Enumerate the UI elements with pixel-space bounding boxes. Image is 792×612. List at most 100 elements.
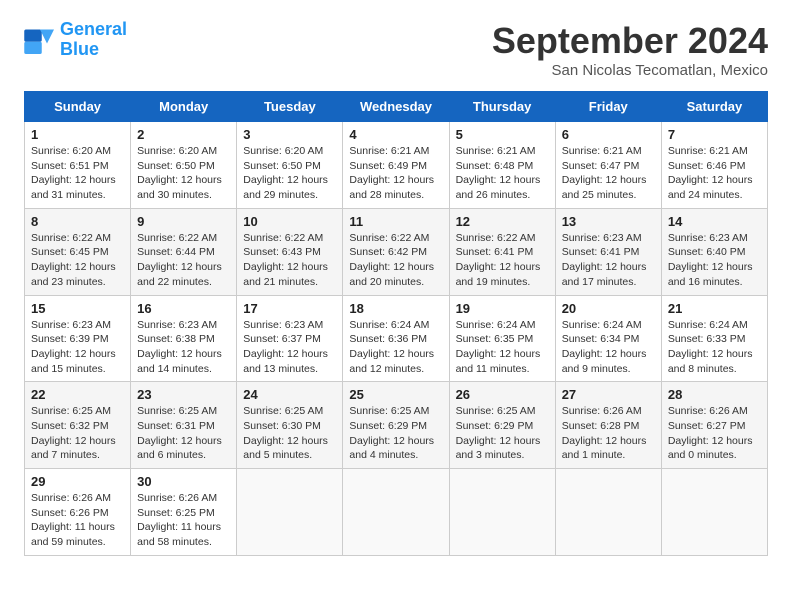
day-number: 27: [562, 387, 655, 402]
cell-info: Sunrise: 6:25 AMSunset: 6:29 PMDaylight:…: [349, 405, 434, 461]
cell-info: Sunrise: 6:23 AMSunset: 6:40 PMDaylight:…: [668, 232, 753, 288]
day-number: 9: [137, 214, 230, 229]
day-number: 20: [562, 301, 655, 316]
calendar-cell: 23 Sunrise: 6:25 AMSunset: 6:31 PMDayligh…: [131, 382, 237, 469]
weekday-header-wednesday: Wednesday: [343, 92, 449, 122]
calendar-cell: 16 Sunrise: 6:23 AMSunset: 6:38 PMDayligh…: [131, 295, 237, 382]
cell-info: Sunrise: 6:24 AMSunset: 6:34 PMDaylight:…: [562, 319, 647, 375]
cell-info: Sunrise: 6:24 AMSunset: 6:36 PMDaylight:…: [349, 319, 434, 375]
weekday-header-sunday: Sunday: [25, 92, 131, 122]
location-subtitle: San Nicolas Tecomatlan, Mexico: [492, 62, 768, 79]
calendar-cell: 5 Sunrise: 6:21 AMSunset: 6:48 PMDaylight…: [449, 122, 555, 209]
day-number: 6: [562, 127, 655, 142]
day-number: 1: [31, 127, 124, 142]
calendar-cell: 27 Sunrise: 6:26 AMSunset: 6:28 PMDayligh…: [555, 382, 661, 469]
calendar-cell: 6 Sunrise: 6:21 AMSunset: 6:47 PMDaylight…: [555, 122, 661, 209]
day-number: 21: [668, 301, 761, 316]
logo-line1: General: [60, 19, 127, 39]
calendar-cell: [237, 469, 343, 556]
cell-info: Sunrise: 6:26 AMSunset: 6:25 PMDaylight:…: [137, 492, 221, 548]
calendar-cell: 12Sunrise: 6:22 AMSunset: 6:41 PMDayligh…: [449, 208, 555, 295]
logo-icon: [24, 26, 56, 54]
cell-info: Sunrise: 6:26 AMSunset: 6:28 PMDaylight:…: [562, 405, 647, 461]
logo-text: General Blue: [60, 20, 127, 60]
cell-info: Sunrise: 6:23 AMSunset: 6:38 PMDaylight:…: [137, 319, 222, 375]
day-number: 7: [668, 127, 761, 142]
calendar-cell: 7Sunrise: 6:21 AMSunset: 6:46 PMDaylight…: [661, 122, 767, 209]
day-number: 26: [456, 387, 549, 402]
calendar-cell: 28Sunrise: 6:26 AMSunset: 6:27 PMDayligh…: [661, 382, 767, 469]
day-number: 23: [137, 387, 230, 402]
logo: General Blue: [24, 20, 127, 60]
cell-info: Sunrise: 6:23 AMSunset: 6:41 PMDaylight:…: [562, 232, 647, 288]
calendar-cell: 29Sunrise: 6:26 AMSunset: 6:26 PMDayligh…: [25, 469, 131, 556]
calendar-cell: 9 Sunrise: 6:22 AMSunset: 6:44 PMDaylight…: [131, 208, 237, 295]
calendar-cell: 19 Sunrise: 6:24 AMSunset: 6:35 PMDayligh…: [449, 295, 555, 382]
cell-info: Sunrise: 6:25 AMSunset: 6:30 PMDaylight:…: [243, 405, 328, 461]
weekday-header-friday: Friday: [555, 92, 661, 122]
calendar-cell: 18 Sunrise: 6:24 AMSunset: 6:36 PMDayligh…: [343, 295, 449, 382]
calendar-cell: 15 Sunrise: 6:23 AMSunset: 6:39 PMDayligh…: [25, 295, 131, 382]
calendar-cell: 20 Sunrise: 6:24 AMSunset: 6:34 PMDayligh…: [555, 295, 661, 382]
cell-info: Sunrise: 6:24 AMSunset: 6:35 PMDaylight:…: [456, 319, 541, 375]
cell-info: Sunrise: 6:20 AMSunset: 6:51 PMDaylight:…: [31, 145, 116, 201]
day-number: 3: [243, 127, 336, 142]
calendar-cell: 1 Sunrise: 6:20 AMSunset: 6:51 PMDaylight…: [25, 122, 131, 209]
day-number: 4: [349, 127, 442, 142]
calendar-week-row: 15 Sunrise: 6:23 AMSunset: 6:39 PMDayligh…: [25, 295, 768, 382]
day-number: 30: [137, 474, 230, 489]
calendar-week-row: 22Sunrise: 6:25 AMSunset: 6:32 PMDayligh…: [25, 382, 768, 469]
day-number: 22: [31, 387, 124, 402]
calendar-cell: 11Sunrise: 6:22 AMSunset: 6:42 PMDayligh…: [343, 208, 449, 295]
weekday-header-thursday: Thursday: [449, 92, 555, 122]
day-number: 5: [456, 127, 549, 142]
calendar-table: SundayMondayTuesdayWednesdayThursdayFrid…: [24, 91, 768, 556]
day-number: 19: [456, 301, 549, 316]
calendar-body: 1 Sunrise: 6:20 AMSunset: 6:51 PMDaylight…: [25, 122, 768, 556]
weekday-header-saturday: Saturday: [661, 92, 767, 122]
cell-info: Sunrise: 6:24 AMSunset: 6:33 PMDaylight:…: [668, 319, 753, 375]
page-header: General Blue September 2024 San Nicolas …: [24, 20, 768, 79]
calendar-cell: 30 Sunrise: 6:26 AMSunset: 6:25 PMDayligh…: [131, 469, 237, 556]
calendar-week-row: 1 Sunrise: 6:20 AMSunset: 6:51 PMDaylight…: [25, 122, 768, 209]
day-number: 17: [243, 301, 336, 316]
calendar-week-row: 8Sunrise: 6:22 AMSunset: 6:45 PMDaylight…: [25, 208, 768, 295]
calendar-cell: 2 Sunrise: 6:20 AMSunset: 6:50 PMDaylight…: [131, 122, 237, 209]
cell-info: Sunrise: 6:20 AMSunset: 6:50 PMDaylight:…: [243, 145, 328, 201]
weekday-header-row: SundayMondayTuesdayWednesdayThursdayFrid…: [25, 92, 768, 122]
logo-line2: Blue: [60, 39, 99, 59]
day-number: 28: [668, 387, 761, 402]
calendar-header: SundayMondayTuesdayWednesdayThursdayFrid…: [25, 92, 768, 122]
cell-info: Sunrise: 6:20 AMSunset: 6:50 PMDaylight:…: [137, 145, 222, 201]
day-number: 11: [349, 214, 442, 229]
cell-info: Sunrise: 6:21 AMSunset: 6:49 PMDaylight:…: [349, 145, 434, 201]
weekday-header-monday: Monday: [131, 92, 237, 122]
calendar-cell: [449, 469, 555, 556]
day-number: 8: [31, 214, 124, 229]
cell-info: Sunrise: 6:21 AMSunset: 6:48 PMDaylight:…: [456, 145, 541, 201]
cell-info: Sunrise: 6:21 AMSunset: 6:47 PMDaylight:…: [562, 145, 647, 201]
calendar-cell: 14Sunrise: 6:23 AMSunset: 6:40 PMDayligh…: [661, 208, 767, 295]
calendar-cell: [555, 469, 661, 556]
day-number: 10: [243, 214, 336, 229]
calendar-cell: [661, 469, 767, 556]
day-number: 18: [349, 301, 442, 316]
day-number: 25: [349, 387, 442, 402]
cell-info: Sunrise: 6:22 AMSunset: 6:43 PMDaylight:…: [243, 232, 328, 288]
calendar-week-row: 29Sunrise: 6:26 AMSunset: 6:26 PMDayligh…: [25, 469, 768, 556]
calendar-cell: [343, 469, 449, 556]
cell-info: Sunrise: 6:22 AMSunset: 6:44 PMDaylight:…: [137, 232, 222, 288]
cell-info: Sunrise: 6:23 AMSunset: 6:37 PMDaylight:…: [243, 319, 328, 375]
calendar-cell: 8Sunrise: 6:22 AMSunset: 6:45 PMDaylight…: [25, 208, 131, 295]
calendar-cell: 3 Sunrise: 6:20 AMSunset: 6:50 PMDaylight…: [237, 122, 343, 209]
month-title: September 2024: [492, 20, 768, 62]
cell-info: Sunrise: 6:22 AMSunset: 6:41 PMDaylight:…: [456, 232, 541, 288]
day-number: 16: [137, 301, 230, 316]
calendar-cell: 17 Sunrise: 6:23 AMSunset: 6:37 PMDayligh…: [237, 295, 343, 382]
day-number: 2: [137, 127, 230, 142]
day-number: 15: [31, 301, 124, 316]
cell-info: Sunrise: 6:23 AMSunset: 6:39 PMDaylight:…: [31, 319, 116, 375]
calendar-cell: 22Sunrise: 6:25 AMSunset: 6:32 PMDayligh…: [25, 382, 131, 469]
calendar-cell: 25 Sunrise: 6:25 AMSunset: 6:29 PMDayligh…: [343, 382, 449, 469]
cell-info: Sunrise: 6:25 AMSunset: 6:31 PMDaylight:…: [137, 405, 222, 461]
